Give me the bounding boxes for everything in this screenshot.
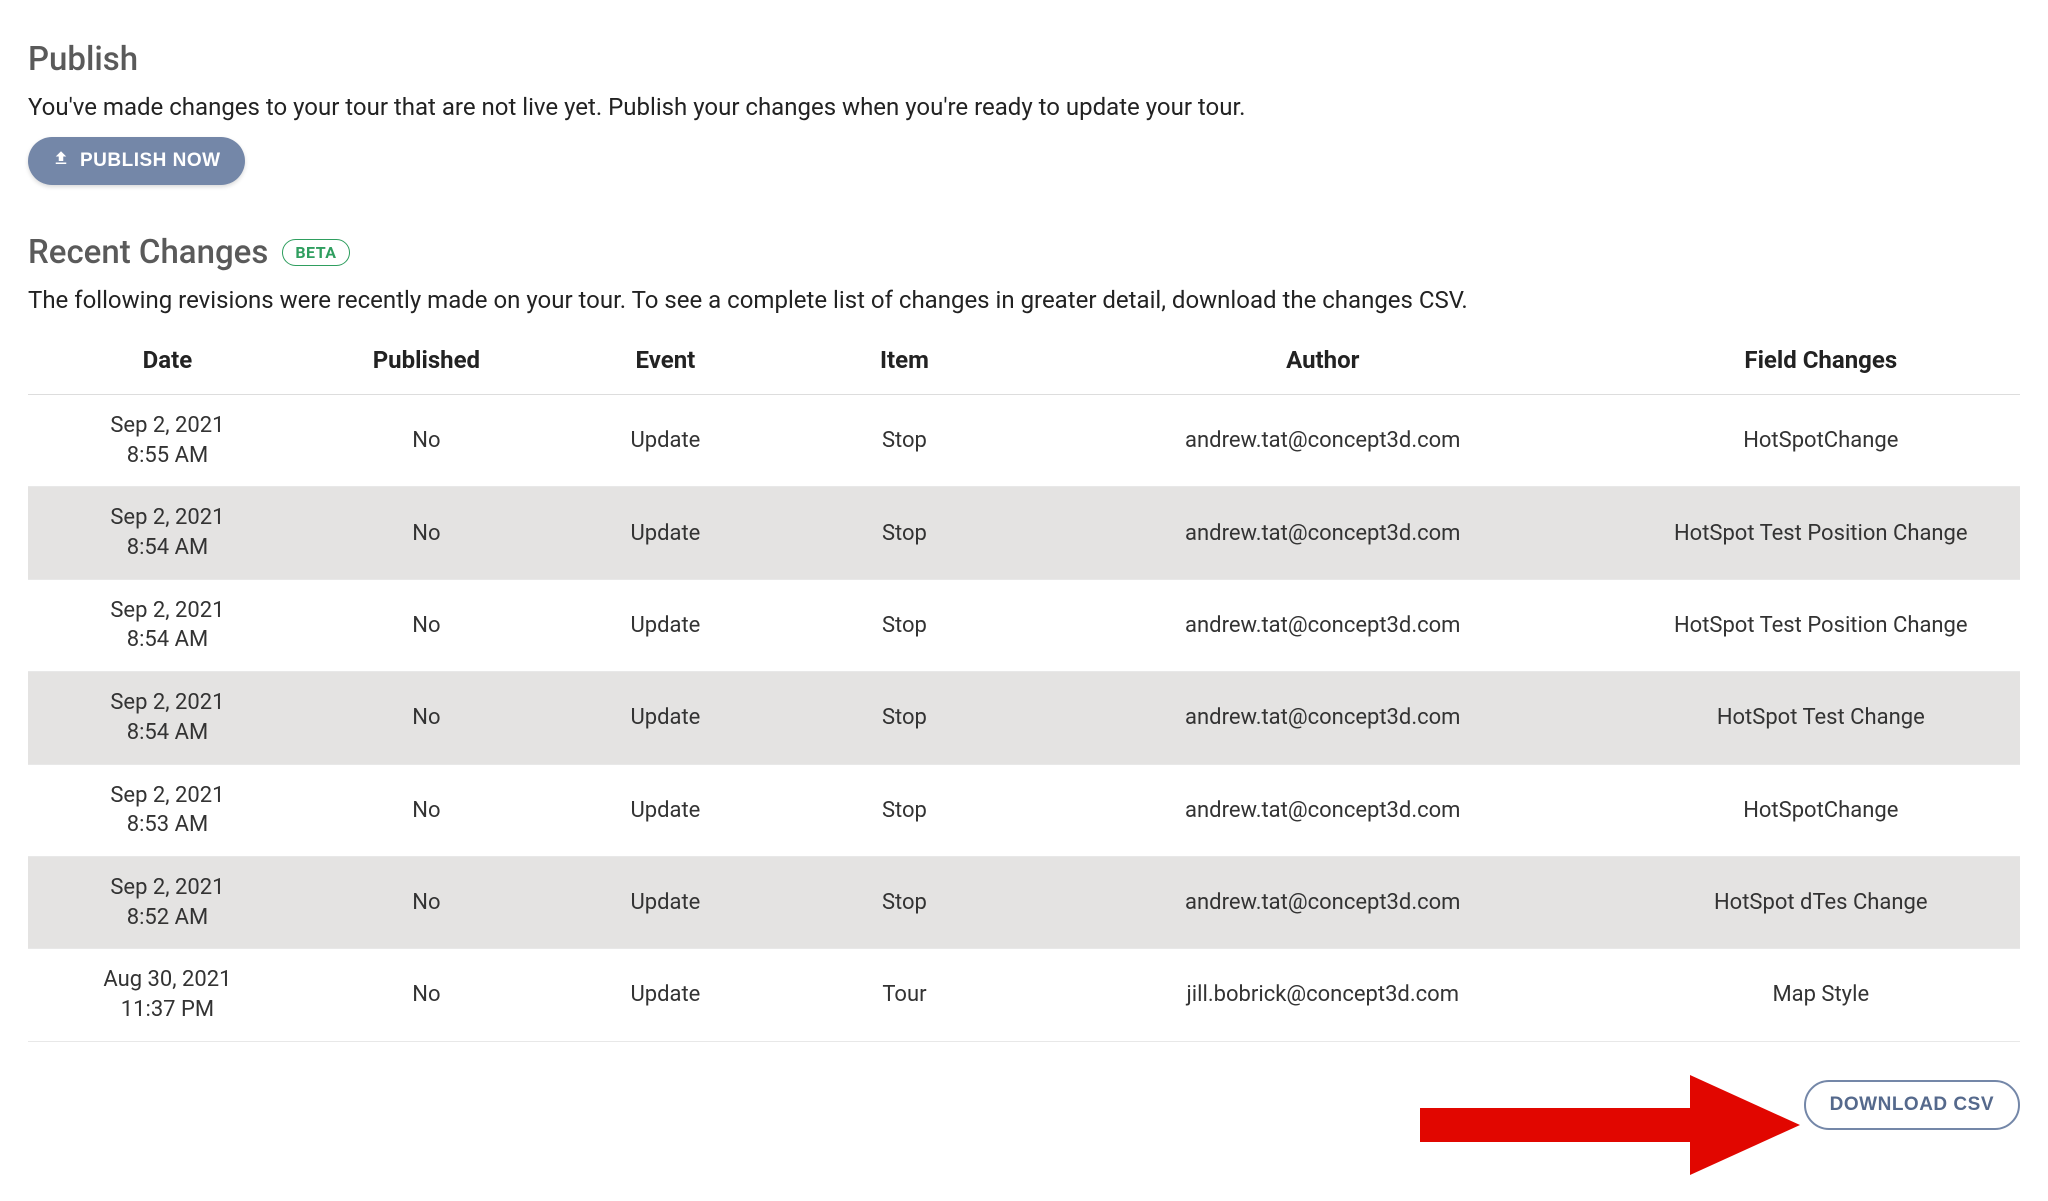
- col-date: Date: [28, 332, 307, 395]
- table-row: Aug 30, 202111:37 PMNoUpdateTourjill.bob…: [28, 949, 2020, 1041]
- cell-published: No: [307, 395, 546, 487]
- cell-field: Map Style: [1622, 949, 2020, 1041]
- publish-title: Publish: [28, 40, 2020, 79]
- cell-date: Sep 2, 20218:53 AM: [28, 764, 307, 856]
- cell-event: Update: [546, 579, 785, 671]
- cell-field: HotSpot dTes Change: [1622, 856, 2020, 948]
- recent-changes-desc: The following revisions were recently ma…: [28, 286, 2020, 314]
- cell-field: HotSpot Test Position Change: [1622, 487, 2020, 579]
- cell-field: HotSpotChange: [1622, 395, 2020, 487]
- cell-published: No: [307, 856, 546, 948]
- col-published: Published: [307, 332, 546, 395]
- cell-field: HotSpot Test Position Change: [1622, 579, 2020, 671]
- table-row: Sep 2, 20218:52 AMNoUpdateStopandrew.tat…: [28, 856, 2020, 948]
- download-csv-button[interactable]: DOWNLOAD CSV: [1804, 1080, 2020, 1130]
- table-row: Sep 2, 20218:53 AMNoUpdateStopandrew.tat…: [28, 764, 2020, 856]
- cell-author: andrew.tat@concept3d.com: [1024, 579, 1622, 671]
- cell-event: Update: [546, 764, 785, 856]
- cell-date: Aug 30, 202111:37 PM: [28, 949, 307, 1041]
- table-header-row: Date Published Event Item Author Field C…: [28, 332, 2020, 395]
- cell-date: Sep 2, 20218:52 AM: [28, 856, 307, 948]
- cell-date: Sep 2, 20218:54 AM: [28, 579, 307, 671]
- cell-item: Stop: [785, 579, 1024, 671]
- cell-published: No: [307, 487, 546, 579]
- cell-item: Stop: [785, 672, 1024, 764]
- cell-date: Sep 2, 20218:54 AM: [28, 672, 307, 764]
- col-event: Event: [546, 332, 785, 395]
- cell-published: No: [307, 949, 546, 1041]
- annotation-arrow-icon: [1420, 1070, 1800, 1180]
- cell-item: Tour: [785, 949, 1024, 1041]
- cell-event: Update: [546, 856, 785, 948]
- col-field: Field Changes: [1622, 332, 2020, 395]
- cell-item: Stop: [785, 395, 1024, 487]
- cell-event: Update: [546, 949, 785, 1041]
- changes-table: Date Published Event Item Author Field C…: [28, 332, 2020, 1042]
- beta-badge: BETA: [282, 239, 349, 266]
- publish-now-label: PUBLISH NOW: [80, 150, 221, 172]
- cell-event: Update: [546, 395, 785, 487]
- cell-author: jill.bobrick@concept3d.com: [1024, 949, 1622, 1041]
- table-row: Sep 2, 20218:54 AMNoUpdateStopandrew.tat…: [28, 579, 2020, 671]
- col-author: Author: [1024, 332, 1622, 395]
- cell-published: No: [307, 579, 546, 671]
- cell-event: Update: [546, 672, 785, 764]
- cell-author: andrew.tat@concept3d.com: [1024, 395, 1622, 487]
- cell-date: Sep 2, 20218:54 AM: [28, 487, 307, 579]
- table-row: Sep 2, 20218:54 AMNoUpdateStopandrew.tat…: [28, 672, 2020, 764]
- table-row: Sep 2, 20218:54 AMNoUpdateStopandrew.tat…: [28, 487, 2020, 579]
- cell-field: HotSpot Test Change: [1622, 672, 2020, 764]
- cell-field: HotSpotChange: [1622, 764, 2020, 856]
- cell-published: No: [307, 672, 546, 764]
- table-row: Sep 2, 20218:55 AMNoUpdateStopandrew.tat…: [28, 395, 2020, 487]
- cell-author: andrew.tat@concept3d.com: [1024, 764, 1622, 856]
- publish-desc: You've made changes to your tour that ar…: [28, 93, 2020, 121]
- cell-author: andrew.tat@concept3d.com: [1024, 672, 1622, 764]
- col-item: Item: [785, 332, 1024, 395]
- cell-item: Stop: [785, 487, 1024, 579]
- cell-published: No: [307, 764, 546, 856]
- upload-icon: [52, 149, 70, 173]
- recent-changes-title: Recent Changes: [28, 233, 268, 272]
- cell-event: Update: [546, 487, 785, 579]
- cell-item: Stop: [785, 856, 1024, 948]
- cell-date: Sep 2, 20218:55 AM: [28, 395, 307, 487]
- cell-author: andrew.tat@concept3d.com: [1024, 487, 1622, 579]
- publish-now-button[interactable]: PUBLISH NOW: [28, 137, 245, 185]
- cell-item: Stop: [785, 764, 1024, 856]
- cell-author: andrew.tat@concept3d.com: [1024, 856, 1622, 948]
